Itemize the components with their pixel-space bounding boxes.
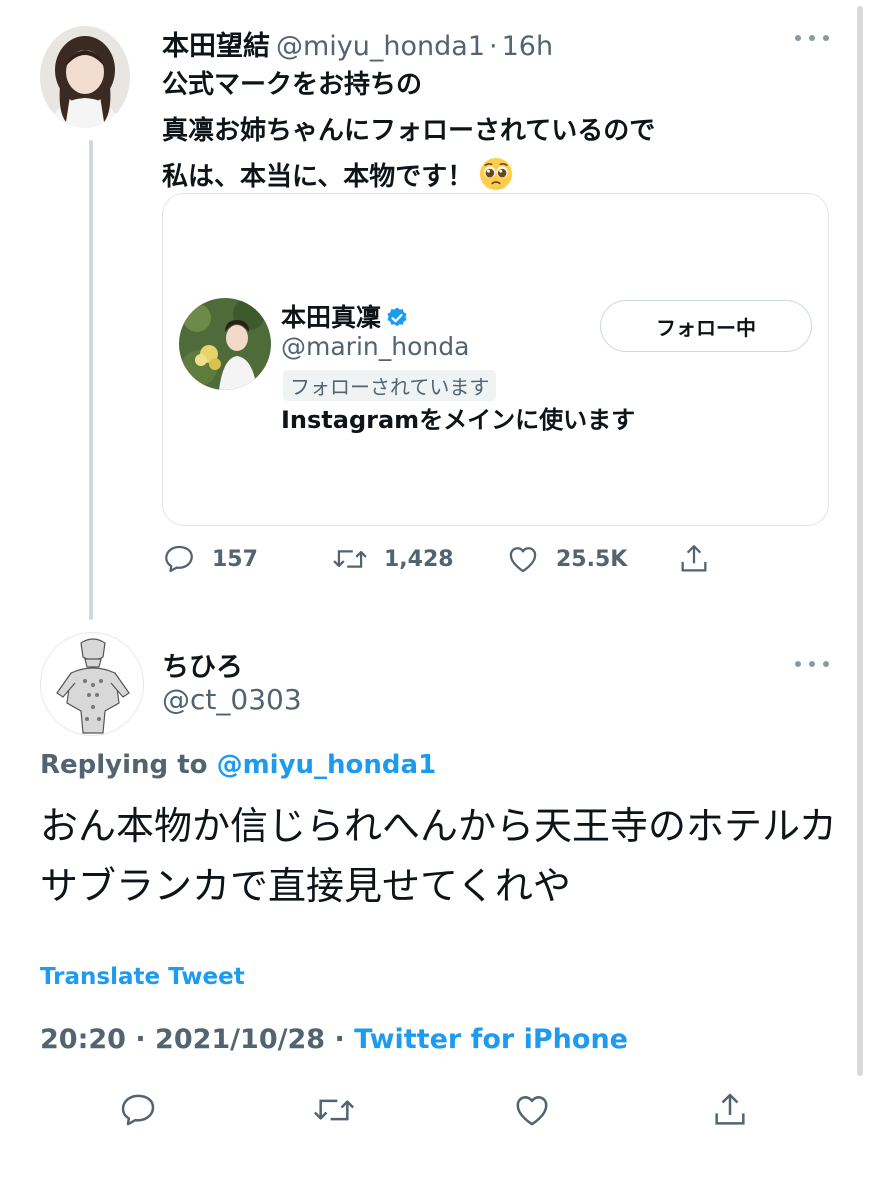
separator-dot: · bbox=[489, 31, 498, 62]
separator-dot: · bbox=[135, 1024, 146, 1055]
share-icon bbox=[677, 542, 711, 576]
retweet-action[interactable]: 1,428 bbox=[332, 542, 454, 576]
author-handle[interactable]: @miyu_honda1 bbox=[276, 31, 485, 62]
tweet-text-line: 真凛お姉ちゃんにフォローされているので bbox=[162, 116, 656, 146]
avatar-miyu[interactable] bbox=[40, 26, 130, 128]
retweet-action[interactable] bbox=[312, 1090, 356, 1130]
tweet-age[interactable]: 16h bbox=[502, 31, 553, 62]
reply-action[interactable]: 157 bbox=[162, 542, 258, 576]
profile-bio: Instagramをメインに使います bbox=[281, 406, 636, 434]
author-name[interactable]: 本田望結 bbox=[162, 31, 270, 62]
share-action[interactable] bbox=[710, 1090, 750, 1130]
profile-name[interactable]: 本田真凜 bbox=[281, 298, 409, 334]
reply-action[interactable] bbox=[118, 1090, 158, 1130]
tweet-source-link[interactable]: Twitter for iPhone bbox=[354, 1024, 628, 1055]
follows-you-badge: フォローされています bbox=[283, 370, 497, 401]
retweet-icon bbox=[312, 1090, 356, 1130]
avatar-chihiro[interactable] bbox=[40, 632, 144, 736]
like-action[interactable] bbox=[512, 1090, 552, 1130]
translate-tweet-link[interactable]: Translate Tweet bbox=[40, 964, 245, 990]
reply-author-name[interactable]: ちひろ bbox=[162, 645, 243, 684]
reply-text: おん本物か信じられへんから天王寺のホテルカサブランカで直接見せてくれや bbox=[40, 804, 837, 908]
tweet-time: 20:20 bbox=[40, 1024, 126, 1055]
profile-card[interactable]: 本田真凜 @marin_honda フォローされています Instagramをメ… bbox=[162, 193, 829, 526]
share-icon bbox=[710, 1090, 750, 1130]
reply-author-handle[interactable]: @ct_0303 bbox=[162, 683, 302, 716]
more-options-icon[interactable] bbox=[795, 33, 829, 43]
replying-to-line: Replying to @miyu_honda1 bbox=[40, 750, 436, 780]
verified-badge-icon bbox=[387, 307, 407, 327]
retweet-count: 1,428 bbox=[384, 546, 454, 572]
following-button[interactable]: フォロー中 bbox=[600, 300, 812, 352]
replying-prefix: Replying to bbox=[40, 750, 208, 780]
reply-count: 157 bbox=[212, 546, 258, 572]
tweet-date: 2021/10/28 bbox=[155, 1024, 326, 1055]
retweet-icon bbox=[332, 542, 368, 576]
separator-dot: · bbox=[334, 1024, 345, 1055]
replying-to-mention[interactable]: @miyu_honda1 bbox=[217, 750, 437, 780]
share-action[interactable] bbox=[677, 542, 711, 576]
reply-icon bbox=[118, 1090, 158, 1130]
reply-icon bbox=[162, 542, 196, 576]
more-options-icon[interactable] bbox=[795, 659, 829, 669]
reply-actions bbox=[0, 1090, 869, 1134]
tweet-header: 本田望結 @miyu_honda1 · 16h bbox=[162, 24, 553, 63]
profile-handle[interactable]: @marin_honda bbox=[281, 332, 469, 361]
pleading-face-emoji bbox=[480, 157, 513, 191]
tweet-text-line: 公式マークをお持ちの bbox=[162, 70, 423, 100]
like-count: 25.5K bbox=[556, 546, 628, 572]
scrollbar[interactable] bbox=[857, 6, 863, 1076]
tweet-text: 公式マークをお持ちの 真凛お姉ちゃんにフォローされているので 私は、本当に、本物… bbox=[162, 62, 655, 200]
heart-icon bbox=[512, 1090, 552, 1130]
tweet-timestamp: 20:20 · 2021/10/28 · Twitter for iPhone bbox=[40, 1024, 628, 1055]
like-action[interactable]: 25.5K bbox=[506, 542, 627, 576]
avatar-marin[interactable] bbox=[179, 298, 271, 390]
heart-icon bbox=[506, 542, 540, 576]
thread-connector-line bbox=[89, 140, 93, 620]
